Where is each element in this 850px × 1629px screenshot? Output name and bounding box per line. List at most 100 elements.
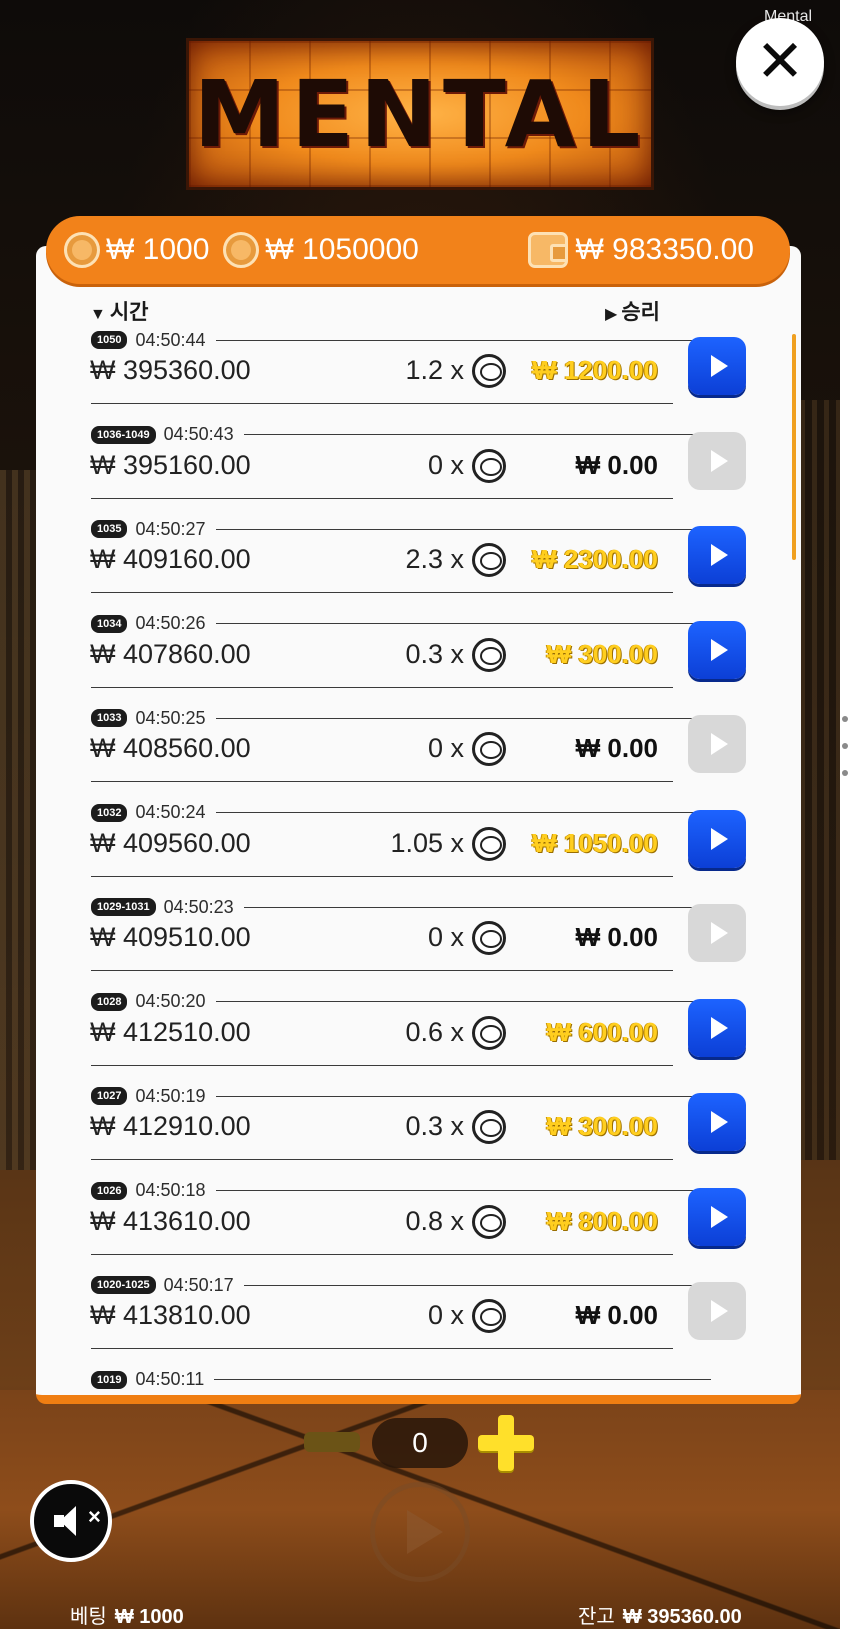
coin-icon xyxy=(64,232,100,268)
max-win-stat-value: ₩ 1050000 xyxy=(265,233,419,266)
row-bottom-line xyxy=(91,781,673,782)
row-win: ₩ 1050.00 xyxy=(532,827,658,858)
quantity-display: 0 xyxy=(372,1418,468,1468)
row-meta: 1050 04:50:44 xyxy=(91,330,711,350)
row-multiplier: 1.2 x xyxy=(405,355,464,385)
history-row: 1034 04:50:26 ₩ 407860.00 0.3 x ₩ 300.00 xyxy=(36,613,801,708)
row-win: ₩ 0.00 xyxy=(575,733,658,763)
row-divider xyxy=(215,1001,711,1002)
row-balance: ₩ 413610.00 xyxy=(90,1205,251,1236)
row-bottom-line xyxy=(91,497,673,499)
coin-icon xyxy=(472,1204,506,1239)
row-win: ₩ 0.00 xyxy=(575,1300,658,1330)
row-meta: 1032 04:50:24 xyxy=(91,802,711,823)
row-multiplier: 0.3 x xyxy=(405,638,464,669)
row-meta: 1027 04:50:19 xyxy=(91,1086,711,1106)
row-bottom-line xyxy=(91,970,673,971)
increase-button[interactable] xyxy=(478,1415,534,1471)
balance-stat: ₩ 983350.00 xyxy=(527,232,754,268)
replay-button[interactable] xyxy=(688,998,746,1057)
round-badge: 1019 xyxy=(91,1370,128,1389)
max-win-stat: ₩ 1050000 xyxy=(223,232,419,268)
history-row: 1050 04:50:44 ₩ 395360.00 1.2 x ₩ 1200.00 xyxy=(36,330,801,424)
replay-button[interactable] xyxy=(688,526,746,584)
row-bottom-line xyxy=(91,1253,673,1255)
row-bottom-line xyxy=(91,1348,673,1349)
row-divider xyxy=(215,528,711,530)
column-headers: ▼ 시간 ▶ 승리 xyxy=(90,296,660,326)
replay-button[interactable] xyxy=(688,337,746,395)
coin-icon xyxy=(472,1110,506,1144)
row-win: ₩ 600.00 xyxy=(546,1016,658,1047)
mute-button[interactable]: × xyxy=(30,1480,112,1562)
replay-button[interactable] xyxy=(688,809,746,868)
row-bottom-line xyxy=(91,592,673,593)
replay-button[interactable] xyxy=(688,715,746,773)
spin-button[interactable] xyxy=(370,1482,470,1582)
win-column-label: 승리 xyxy=(621,301,660,324)
row-meta: 1028 04:50:20 xyxy=(91,991,711,1012)
row-win: ₩ 300.00 xyxy=(546,638,658,669)
row-bottom-line xyxy=(91,875,673,877)
row-balance: ₩ 395160.00 xyxy=(90,449,251,480)
round-badge: 1020-1025 xyxy=(91,1276,156,1294)
row-meta: 1019 04:50:11 xyxy=(91,1369,711,1390)
row-time: 04:50:25 xyxy=(135,707,206,728)
coin-icon xyxy=(472,543,506,577)
replay-button[interactable] xyxy=(688,1093,746,1151)
close-button[interactable]: ✕ xyxy=(736,18,824,106)
replay-button[interactable] xyxy=(688,620,746,679)
round-badge: 1035 xyxy=(91,520,128,538)
footer-bet-value: ₩ 1000 xyxy=(114,1606,184,1628)
decrease-button[interactable] xyxy=(304,1432,360,1452)
replay-button[interactable] xyxy=(688,1187,746,1246)
history-list[interactable]: 1050 04:50:44 ₩ 395360.00 1.2 x ₩ 1200.00 103… xyxy=(36,330,801,1396)
row-time: 04:50:44 xyxy=(135,330,206,350)
more-options-icon[interactable] xyxy=(840,716,850,776)
coin-icon xyxy=(472,1299,506,1333)
coin-icon xyxy=(472,448,506,483)
sort-by-win[interactable]: ▶ 승리 xyxy=(605,296,660,326)
row-balance: ₩ 412910.00 xyxy=(90,1111,251,1141)
footer-bet-label: 베팅 xyxy=(70,1606,107,1628)
row-time: 04:50:17 xyxy=(163,1274,234,1295)
row-win: ₩ 0.00 xyxy=(575,449,658,480)
history-row: 1032 04:50:24 ₩ 409560.00 1.05 x ₩ 1050.00 xyxy=(36,802,801,897)
row-multiplier: 0.3 x xyxy=(405,1111,464,1141)
scrollbar-thumb[interactable] xyxy=(792,334,796,560)
replay-button[interactable] xyxy=(688,431,746,490)
row-bottom-line xyxy=(91,403,673,404)
row-divider xyxy=(215,717,711,719)
history-row: 1033 04:50:25 ₩ 408560.00 0 x ₩ 0.00 xyxy=(36,708,801,802)
row-multiplier: 0.6 x xyxy=(405,1016,464,1047)
bet-stat-value: ₩ 1000 xyxy=(106,233,210,266)
sort-by-time[interactable]: ▼ 시간 xyxy=(90,296,148,326)
coin-icon xyxy=(472,637,506,672)
bet-stat: ₩ 1000 xyxy=(64,232,209,268)
coin-icon xyxy=(472,921,506,955)
history-row: 1026 04:50:18 ₩ 413610.00 0.8 x ₩ 800.00 xyxy=(36,1180,801,1275)
row-divider xyxy=(214,1379,711,1380)
coin-icon xyxy=(472,826,506,861)
row-win: ₩ 300.00 xyxy=(546,1111,658,1141)
time-column-label: 시간 xyxy=(109,301,149,324)
row-time: 04:50:18 xyxy=(135,1180,206,1200)
row-time: 04:50:20 xyxy=(135,991,206,1011)
mute-x-icon: × xyxy=(88,1504,101,1529)
footer-balance-value: ₩ 395360.00 xyxy=(622,1606,742,1628)
round-badge: 1032 xyxy=(91,803,128,822)
row-meta: 1036-1049 04:50:43 xyxy=(91,424,711,445)
row-multiplier: 2.3 x xyxy=(405,544,464,574)
round-badge: 1036-1049 xyxy=(91,425,156,444)
row-multiplier: 0 x xyxy=(427,449,464,480)
round-badge: 1034 xyxy=(91,614,128,633)
stats-bar: ₩ 1000 ₩ 1050000 ₩ 983350.00 xyxy=(46,216,790,284)
row-divider xyxy=(215,339,711,341)
replay-button[interactable] xyxy=(688,1282,746,1340)
replay-button[interactable] xyxy=(688,904,746,962)
row-meta: 1034 04:50:26 xyxy=(91,613,711,634)
footer-balance: 잔고 ₩ 395360.00 xyxy=(578,1600,742,1629)
row-multiplier: 0 x xyxy=(427,1300,464,1330)
coin-icon xyxy=(472,1015,506,1050)
row-time: 04:50:24 xyxy=(135,802,206,822)
